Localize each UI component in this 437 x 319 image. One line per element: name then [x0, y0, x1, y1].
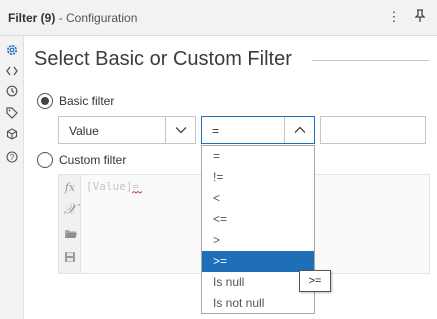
save-icon[interactable]	[62, 249, 78, 265]
page-title: Select Basic or Custom Filter	[34, 48, 292, 70]
operator-select[interactable]: =	[201, 116, 315, 144]
operator-option[interactable]: Is null	[202, 272, 314, 293]
comparison-value-input[interactable]	[320, 116, 426, 144]
vertical-ellipsis-icon[interactable]: ⋮	[386, 9, 402, 25]
operator-dropdown-list: = != < <= > >= Is null Is not null	[201, 145, 315, 314]
basic-filter-label: Basic filter	[59, 94, 115, 108]
svg-text:?: ?	[10, 153, 15, 162]
window-subtitle: - Configuration	[58, 11, 138, 25]
operator-option-selected[interactable]: >=	[202, 251, 314, 272]
operator-option[interactable]: <	[202, 188, 314, 209]
code-brackets-icon[interactable]	[4, 63, 20, 79]
operator-option[interactable]: >	[202, 230, 314, 251]
operator-option[interactable]: =	[202, 146, 314, 167]
custom-filter-label: Custom filter	[59, 153, 127, 167]
fx-icon[interactable]: fx	[62, 179, 78, 195]
field-select-value: Value	[69, 124, 99, 138]
operator-option[interactable]: !=	[202, 167, 314, 188]
chevron-up-icon[interactable]	[284, 117, 314, 143]
cube-icon[interactable]	[4, 126, 20, 142]
pin-icon[interactable]	[412, 9, 428, 25]
operator-option[interactable]: Is not null	[202, 293, 314, 314]
left-rail: ?	[0, 36, 24, 319]
custom-filter-radio[interactable]	[37, 152, 53, 168]
tag-icon[interactable]	[4, 105, 20, 121]
operator-option[interactable]: <=	[202, 209, 314, 230]
variable-x-icon[interactable]: 𝒳	[62, 200, 78, 218]
editor-toolbar: fx 𝒳	[59, 175, 81, 273]
chevron-down-icon[interactable]	[165, 117, 195, 143]
title-bar: Filter (9) - Configuration ⋮	[0, 0, 437, 36]
tool-name: Filter (9)	[8, 11, 56, 25]
window-title: Filter (9) - Configuration	[8, 11, 137, 25]
error-squiggle	[132, 191, 142, 194]
open-folder-icon[interactable]	[62, 225, 78, 241]
gear-icon[interactable]	[4, 42, 20, 58]
basic-filter-radio[interactable]	[37, 93, 53, 109]
target-icon[interactable]	[4, 83, 20, 99]
help-icon[interactable]: ?	[4, 149, 20, 165]
field-select[interactable]: Value	[58, 116, 196, 144]
option-tooltip: >=	[299, 270, 331, 292]
operator-select-value: =	[212, 124, 220, 138]
heading-divider	[312, 60, 429, 61]
